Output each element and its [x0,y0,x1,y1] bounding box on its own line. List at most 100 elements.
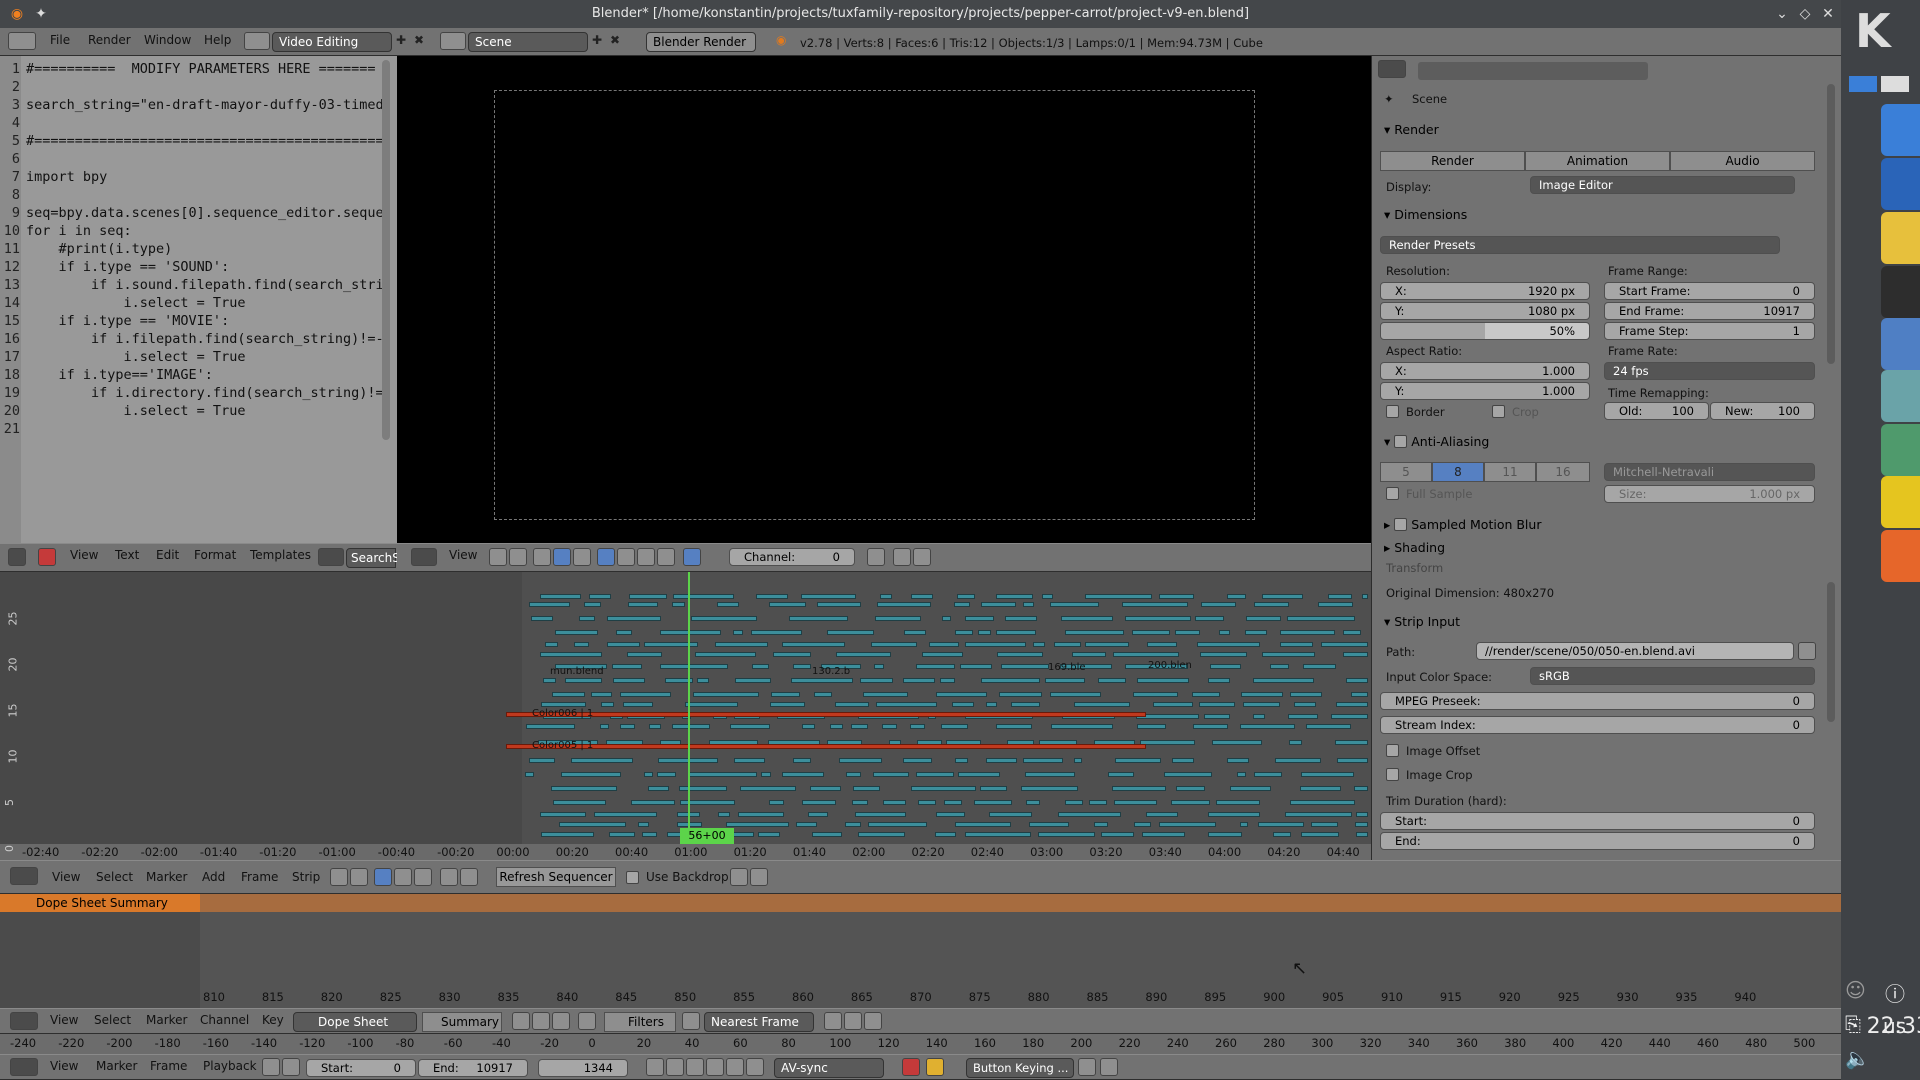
seq-menu-select[interactable]: Select [96,870,133,884]
audio-button[interactable]: Audio [1670,151,1815,171]
aa-samples-16[interactable]: 16 [1536,462,1590,482]
sequence-strip[interactable] [601,702,615,707]
dope-menu-marker[interactable]: Marker [146,1013,187,1027]
dimensions-panel-header[interactable]: ▾ Dimensions [1384,207,1467,222]
sequence-strip[interactable] [1025,772,1076,777]
code-line[interactable]: if i.directory.find(search_string)!= [26,385,384,401]
sequence-strip[interactable] [781,642,846,647]
text-menu-view[interactable]: View [70,548,98,562]
sequence-strip[interactable] [772,652,811,657]
sequence-strip[interactable] [911,786,977,791]
sequence-strip[interactable] [657,772,677,777]
sequence-strip[interactable] [672,602,685,607]
dope-menu-channel[interactable]: Channel [200,1013,249,1027]
text-maximize-icon[interactable] [38,548,56,566]
sequence-strip[interactable] [620,692,672,697]
sequence-strip[interactable] [1285,812,1352,817]
sequence-strip[interactable] [1303,664,1337,669]
filter-size-field[interactable]: Size: 1.000 px [1604,485,1815,503]
sequence-strip[interactable] [574,642,589,647]
sequence-strip[interactable] [985,758,1017,763]
code-line[interactable]: i.select = True [26,349,246,365]
color-space-select[interactable]: sRGB [1530,667,1815,685]
sequence-strip[interactable] [564,678,602,683]
sequence-strip[interactable] [980,786,1008,791]
sequence-strip[interactable] [996,724,1032,729]
sequence-strip[interactable] [1335,702,1368,707]
paste-keys-icon[interactable] [844,1012,862,1030]
summary-toggle[interactable]: Summary [422,1012,502,1032]
sequence-strip[interactable] [1152,702,1194,707]
keying-set-field[interactable]: Button Keying ... [966,1058,1074,1078]
sequence-strip[interactable] [795,822,817,827]
sequence-strip[interactable] [829,724,843,729]
zoom-icon[interactable] [657,548,675,566]
remap-old-field[interactable]: Old: 100 [1604,402,1709,420]
sequence-strip[interactable] [616,630,632,635]
sequence-strip[interactable] [758,832,780,837]
sequence-strip[interactable] [1354,822,1368,827]
channels-icon[interactable] [533,548,551,566]
code-line[interactable]: #print(i.type) [26,241,173,257]
sequence-strip[interactable] [1343,630,1362,635]
sequence-strip[interactable] [834,702,870,707]
text-menu-format[interactable]: Format [194,548,236,562]
sequence-strip[interactable] [1011,702,1041,707]
sequence-strip[interactable] [1306,724,1352,729]
render-anim-icon-2[interactable] [750,868,768,886]
volume-icon[interactable]: 🔈 [1845,1046,1870,1070]
sequence-strip[interactable] [812,832,842,837]
sequence-strip[interactable] [1045,678,1086,683]
menu-render[interactable]: Render [88,33,131,47]
text-menu-templates[interactable]: Templates [250,548,311,562]
code-line[interactable]: #========== MODIFY PARAMETERS HERE =====… [26,61,376,77]
properties-tabs[interactable] [1418,62,1648,80]
code-line[interactable]: #=======================================… [26,133,384,149]
sequence-strip[interactable] [540,812,586,817]
sequence-strip[interactable] [839,758,882,763]
show-metadata-icon[interactable] [683,548,701,566]
terminal-launcher-icon[interactable] [1881,266,1920,318]
sequence-strip[interactable] [1246,616,1281,621]
sequence-strip[interactable] [1311,822,1338,827]
sequence-strip[interactable] [1020,786,1079,791]
sequence-strip[interactable] [697,678,710,683]
sequence-strip[interactable] [768,800,784,805]
sequence-strip[interactable] [1245,630,1267,635]
magnet-launcher-icon[interactable] [1881,476,1920,528]
sequence-strip[interactable] [964,616,995,621]
keying-set-icon[interactable] [926,1058,944,1076]
sequence-strip[interactable] [1051,724,1113,729]
render-anim-icon[interactable] [913,548,931,566]
sequence-strip[interactable] [1336,758,1368,763]
auto-snap-icon[interactable] [682,1012,700,1030]
sequence-strip[interactable] [1226,758,1250,763]
timeline-menu-playback[interactable]: Playback [203,1059,257,1073]
sequence-strip[interactable] [644,772,653,777]
only-errors-icon[interactable] [552,1012,570,1030]
sequence-strip[interactable] [985,702,997,707]
sequence-strip[interactable] [1346,678,1368,683]
sequence-strip[interactable] [529,758,556,763]
sequence-strip[interactable] [1211,740,1262,745]
seq-both-icon[interactable] [414,868,432,886]
sequence-strip[interactable] [851,800,869,805]
sequence-strip[interactable] [1131,630,1170,635]
image-crop-checkbox[interactable] [1386,768,1399,781]
seq-menu-add[interactable]: Add [202,870,225,884]
code-line[interactable]: seq=bpy.data.scenes[0].sequence_editor.s… [26,205,384,221]
sequence-strip[interactable] [1071,652,1107,657]
text-menu-edit[interactable]: Edit [156,548,179,562]
mail-launcher-icon[interactable] [1881,158,1920,210]
code-line[interactable]: i.select = True [26,403,246,419]
blender-launcher-icon[interactable] [1881,104,1920,156]
sequence-strip[interactable] [1175,630,1200,635]
menu-file[interactable]: File [50,33,70,47]
sequence-strip[interactable] [872,772,910,777]
sequence-strip[interactable] [761,772,771,777]
sequence-strip[interactable] [733,630,743,635]
layout-icon[interactable] [244,32,270,50]
sequence-strip[interactable] [960,664,992,669]
sequence-strip[interactable] [870,642,918,647]
sequence-strip[interactable] [594,812,657,817]
